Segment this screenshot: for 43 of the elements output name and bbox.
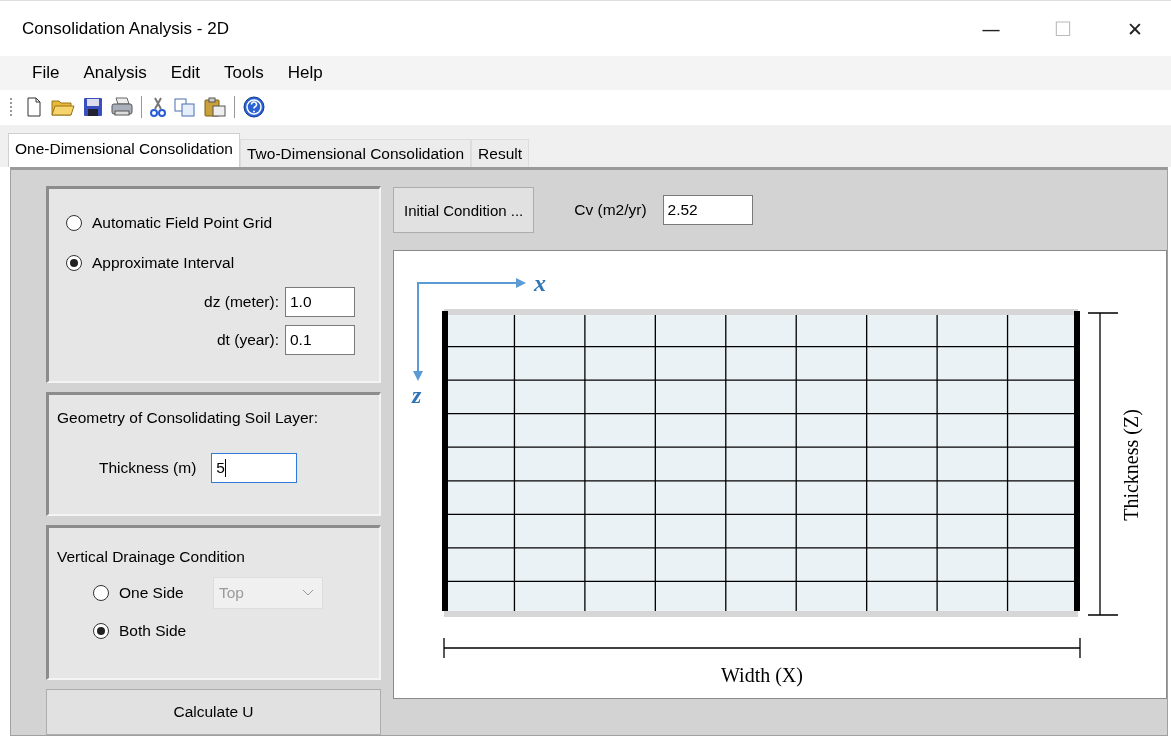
dimension-label: Width (X) (721, 664, 803, 686)
radio-label: One Side (119, 584, 185, 602)
field-label: Thickness (m) (99, 459, 197, 477)
field-label: dt (year): (217, 331, 279, 349)
calculate-button[interactable]: Calculate U (46, 689, 381, 735)
group-title: Geometry of Consolidating Soil Layer: (57, 409, 320, 427)
menu-item[interactable]: Tools (212, 62, 276, 83)
radio-button[interactable] (66, 255, 82, 271)
menu-item[interactable]: File (20, 62, 72, 83)
radio-button[interactable] (93, 585, 109, 601)
folder-icon[interactable] (51, 97, 75, 118)
initial-condition-button[interactable]: Initial Condition ... (393, 187, 535, 233)
window-title: Consolidation Analysis - 2D (22, 18, 229, 39)
input-field[interactable]: 1.0 (285, 287, 355, 317)
field-label: dz (meter): (204, 293, 279, 311)
help-icon[interactable] (243, 96, 265, 119)
axis-label: z (412, 382, 422, 408)
cut-icon[interactable] (150, 97, 166, 118)
group-title: Vertical Drainage Condition (57, 548, 246, 566)
printer-icon[interactable] (111, 97, 133, 118)
menu-item[interactable]: Edit (158, 62, 212, 83)
axis-label: x (534, 270, 546, 296)
copy-icon[interactable] (174, 97, 196, 118)
field-label: Cv (m2/yr) (574, 201, 647, 219)
tab[interactable]: Two-Dimensional Consolidation (240, 139, 472, 167)
dimension-label: Thickness (Z) (1120, 409, 1142, 521)
new-document-icon[interactable] (25, 97, 43, 118)
radio-label: Both Side (119, 622, 188, 640)
radio-button[interactable] (66, 215, 82, 231)
input-field[interactable]: 0.1 (285, 325, 355, 355)
radio-label: Approximate Interval (92, 254, 235, 272)
save-icon[interactable] (83, 97, 103, 118)
paste-icon[interactable] (204, 97, 226, 118)
radio-label: Automatic Field Point Grid (92, 214, 273, 232)
tab[interactable]: Result (471, 139, 530, 167)
input-field[interactable]: 2.52 (662, 195, 753, 225)
chevron-down-icon (302, 589, 314, 597)
input-field[interactable]: 5 (211, 453, 298, 483)
menu-item[interactable]: Help (275, 62, 335, 83)
toolbar-grip-icon (10, 97, 13, 118)
tab[interactable]: One-Dimensional Consolidation (8, 133, 240, 167)
menu-item[interactable]: Analysis (71, 62, 159, 83)
radio-button[interactable] (93, 623, 109, 639)
